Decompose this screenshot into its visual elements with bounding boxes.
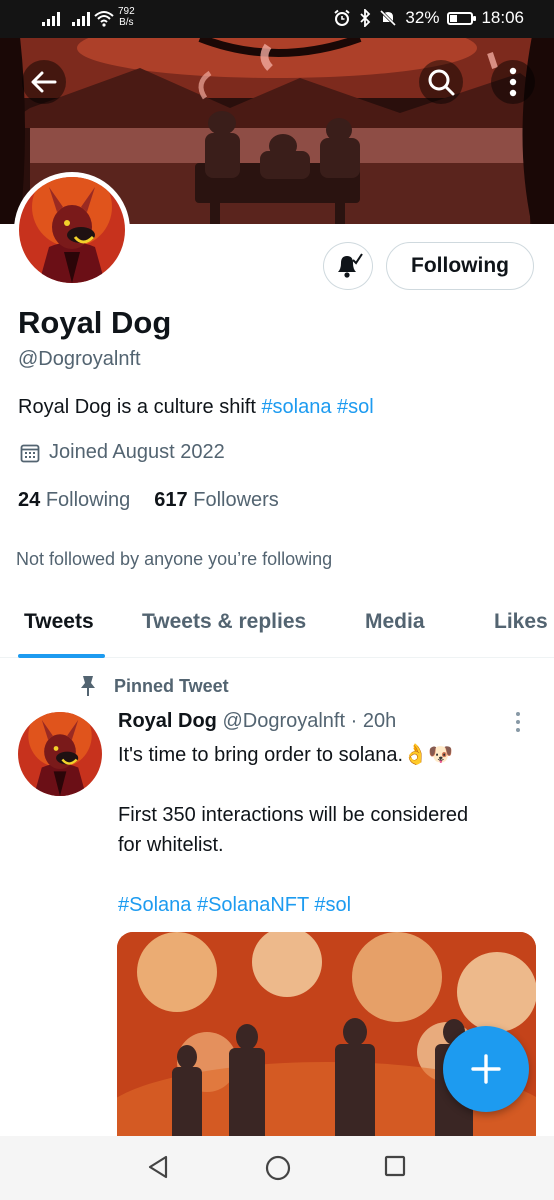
joined-label: Joined August 2022	[49, 441, 225, 463]
tweet-separator: ·	[350, 710, 358, 732]
search-icon	[428, 69, 455, 96]
profile-avatar[interactable]	[14, 172, 130, 288]
tweet-line: for whitelist.	[118, 834, 224, 856]
pinned-indicator: Pinned Tweet	[78, 675, 229, 697]
tweet-more-button[interactable]	[516, 712, 520, 736]
bio-text: Royal Dog is a culture shift	[18, 396, 262, 418]
cellular-signal-icon	[42, 12, 60, 26]
tab-likes[interactable]: Likes	[494, 610, 548, 634]
pinned-label: Pinned Tweet	[114, 675, 229, 696]
bio-hashtags[interactable]: #solana #sol	[261, 396, 373, 418]
alarm-icon	[334, 9, 351, 26]
bell-check-icon	[338, 253, 363, 278]
followers-count: 617	[154, 489, 188, 511]
follow-counts: 24 Following 617 Followers	[18, 489, 279, 512]
arrow-left-icon	[31, 71, 57, 93]
profile-handle: @Dogroyalnft	[18, 348, 141, 370]
battery-percent: 32%	[405, 8, 440, 27]
square-recent-icon[interactable]	[383, 1154, 407, 1178]
pin-icon	[81, 676, 95, 696]
tab-tweets[interactable]: Tweets	[24, 610, 94, 634]
tweet-author-handle[interactable]: @Dogroyalnft	[222, 710, 345, 732]
tweet-line: First 350 interactions will be considere…	[118, 804, 469, 826]
search-button[interactable]	[419, 60, 463, 104]
network-speed: 792 B/s	[118, 6, 135, 28]
joined-date: Joined August 2022	[20, 441, 225, 464]
plus-icon	[471, 1054, 501, 1084]
circle-home-icon[interactable]	[264, 1154, 292, 1182]
battery-icon	[447, 11, 477, 25]
calendar-icon	[20, 444, 40, 462]
status-bar: 792 B/s 32% 18:06	[0, 0, 554, 38]
system-navigation-bar	[0, 1136, 554, 1200]
clock: 18:06	[481, 8, 524, 27]
triangle-back-icon[interactable]	[146, 1154, 170, 1180]
followers-count-link[interactable]: 617 Followers	[154, 489, 279, 512]
notifications-button[interactable]	[323, 242, 373, 290]
more-vertical-icon	[509, 67, 517, 97]
tweet-line: It's time to bring order to solana.👌🐶	[118, 744, 453, 766]
tweet-author-avatar[interactable]	[18, 712, 102, 796]
back-button[interactable]	[22, 60, 66, 104]
avatar-image	[19, 177, 125, 283]
tweet-author-name[interactable]: Royal Dog	[118, 710, 217, 732]
avatar-image	[18, 712, 102, 796]
cellular-signal-icon	[72, 12, 90, 26]
bluetooth-icon	[360, 9, 371, 27]
profile-tabs: Tweets Tweets & replies Media Likes	[0, 592, 554, 658]
tweet-time[interactable]: 20h	[363, 710, 396, 732]
following-label: Following	[45, 489, 131, 511]
active-tab-indicator	[18, 654, 105, 658]
not-followed-notice: Not followed by anyone you’re following	[16, 549, 333, 569]
following-button[interactable]: Following	[386, 242, 534, 290]
following-count: 24	[18, 489, 41, 511]
more-options-button[interactable]	[491, 60, 535, 104]
tweet-body: It's time to bring order to solana.👌🐶 Fi…	[118, 740, 538, 920]
following-count-link[interactable]: 24 Following	[18, 489, 130, 512]
tab-media[interactable]: Media	[365, 610, 425, 634]
wifi-icon	[94, 11, 114, 27]
profile-bio: Royal Dog is a culture shift #solana #so…	[18, 396, 374, 419]
mute-bell-icon	[380, 9, 397, 27]
profile-name: Royal Dog	[18, 305, 172, 340]
tweet-header: Royal Dog @Dogroyalnft · 20h	[118, 710, 396, 733]
compose-tweet-button[interactable]	[443, 1026, 529, 1112]
followers-label: Followers	[193, 489, 279, 511]
tweet-hashtags[interactable]: #Solana #SolanaNFT #sol	[118, 890, 538, 920]
tab-tweets-replies[interactable]: Tweets & replies	[142, 610, 306, 634]
